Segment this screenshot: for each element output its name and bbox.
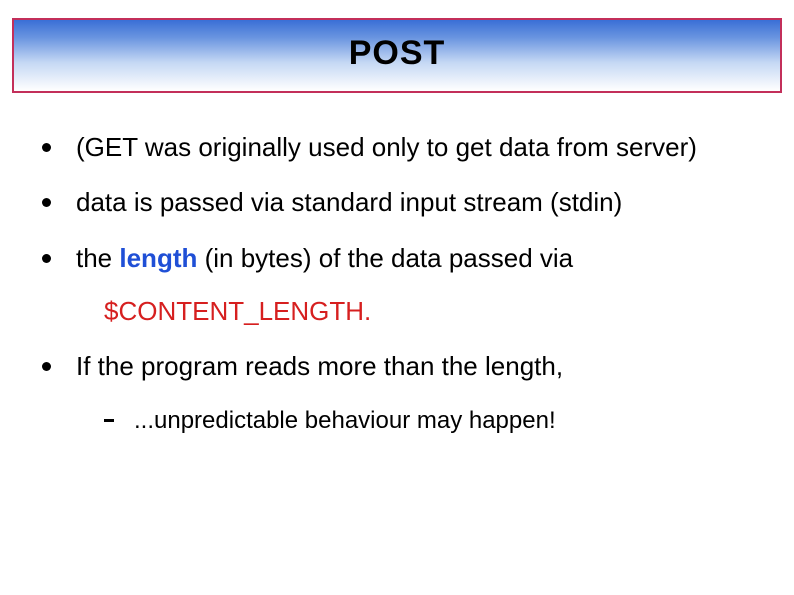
bullet-text-prefix: the [76,243,119,273]
list-item: the length (in bytes) of the data passed… [42,242,782,329]
list-item: If the program reads more than the lengt… [42,350,782,436]
bullet-text: If the program reads more than the lengt… [76,351,563,381]
list-item: data is passed via standard input stream… [42,186,782,219]
list-item: (GET was originally used only to get dat… [42,131,782,164]
slide-title: POST [14,34,780,73]
sub-bullet-list: ...unpredictable behaviour may happen! [76,405,782,436]
bullet-text: (GET was originally used only to get dat… [76,132,697,162]
length-keyword: length [119,243,197,273]
bullet-text-suffix: (in bytes) of the data passed via [197,243,573,273]
bullet-text: data is passed via standard input stream… [76,187,622,217]
sub-list-item: ...unpredictable behaviour may happen! [104,405,782,436]
content-length-var: $CONTENT_LENGTH. [104,295,782,328]
bullet-list: (GET was originally used only to get dat… [12,131,782,437]
title-banner: POST [12,18,782,93]
sub-bullet-text: ...unpredictable behaviour may happen! [134,407,556,434]
